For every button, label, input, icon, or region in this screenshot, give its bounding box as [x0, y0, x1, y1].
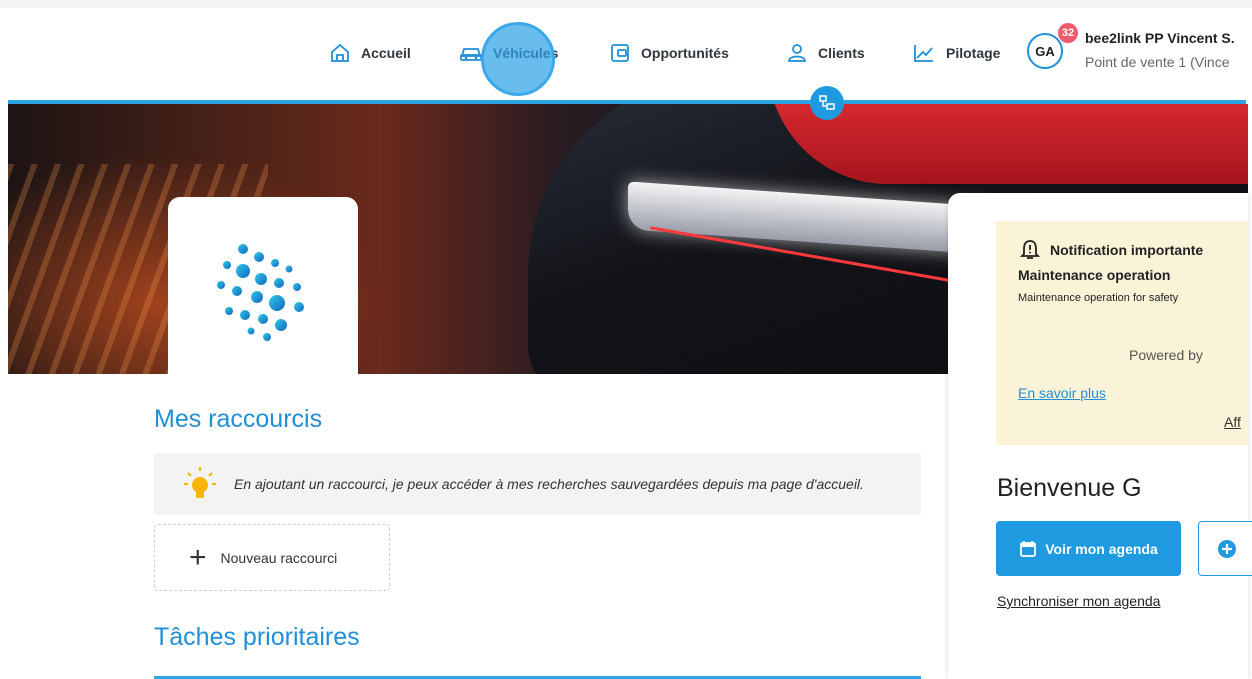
- shortcuts-tip: En ajoutant un raccourci, je peux accéde…: [154, 453, 921, 515]
- notification-card: Notification importante Maintenance oper…: [996, 221, 1248, 445]
- nav-item-label: Opportunités: [641, 45, 729, 61]
- bell-alert-icon: [1020, 240, 1040, 259]
- tip-text: En ajoutant un raccourci, je peux accéde…: [234, 476, 864, 492]
- shortcuts-title: Mes raccourcis: [154, 405, 323, 433]
- chart-icon: [914, 45, 933, 62]
- company-logo-icon: [217, 244, 304, 341]
- add-event-button[interactable]: [1198, 521, 1252, 576]
- nav-item-opportunites[interactable]: Opportunités: [609, 40, 729, 66]
- top-navigation-bar: Accueil Véhicules Opportunités Clients P…: [0, 0, 1252, 104]
- view-agenda-label: Voir mon agenda: [1045, 540, 1158, 557]
- top-strip: [0, 0, 1252, 8]
- notification-count-badge: 32: [1058, 23, 1078, 43]
- avatar-initials: GA: [1035, 43, 1055, 59]
- plus-icon: +: [189, 540, 207, 574]
- nav-item-pilotage[interactable]: Pilotage: [912, 40, 1000, 66]
- nav-item-label: Véhicules: [493, 45, 559, 61]
- notification-heading: Maintenance operation: [1018, 267, 1171, 283]
- sync-agenda-link[interactable]: Synchroniser mon agenda: [997, 593, 1160, 609]
- learn-more-link[interactable]: En savoir plus: [1018, 385, 1106, 401]
- company-logo-card: [168, 197, 358, 377]
- hero-car-hood: [768, 104, 1248, 184]
- user-store[interactable]: Point de vente 1 (Vince: [1085, 54, 1230, 70]
- notification-title-row: Notification importante: [1020, 239, 1203, 261]
- car-icon: [460, 48, 482, 61]
- welcome-heading: Bienvenue G: [997, 474, 1142, 502]
- badge-count: 32: [1061, 27, 1075, 39]
- network-button[interactable]: [810, 86, 844, 120]
- add-shortcut-label: Nouveau raccourci: [220, 549, 338, 566]
- nav-item-label: Accueil: [361, 45, 411, 61]
- calendar-icon: [1020, 540, 1037, 557]
- notification-aff-link[interactable]: Aff: [1224, 414, 1241, 430]
- nav-item-accueil[interactable]: Accueil: [329, 40, 411, 66]
- notification-body: Maintenance operation for safety: [1018, 292, 1179, 304]
- wallet-icon: [611, 44, 629, 62]
- powered-by-text: Powered by: [1129, 347, 1203, 363]
- notification-title: Notification importante: [1050, 242, 1204, 258]
- plus-circle-icon: [1218, 539, 1236, 558]
- add-shortcut-button[interactable]: + Nouveau raccourci: [154, 524, 390, 591]
- view-agenda-button[interactable]: Voir mon agenda: [996, 521, 1181, 576]
- nav-item-label: Clients: [818, 45, 865, 61]
- network-icon: [819, 95, 835, 110]
- nav-item-vehicules[interactable]: Véhicules: [459, 40, 558, 66]
- lightbulb-icon: [184, 467, 216, 498]
- home-icon: [331, 43, 349, 62]
- user-icon: [788, 44, 806, 62]
- avatar[interactable]: GA: [1027, 33, 1063, 69]
- user-name[interactable]: bee2link PP Vincent S.: [1085, 30, 1235, 46]
- nav-item-clients[interactable]: Clients: [786, 40, 865, 66]
- tasks-title: Tâches prioritaires: [154, 623, 360, 651]
- nav-item-label: Pilotage: [946, 45, 1001, 61]
